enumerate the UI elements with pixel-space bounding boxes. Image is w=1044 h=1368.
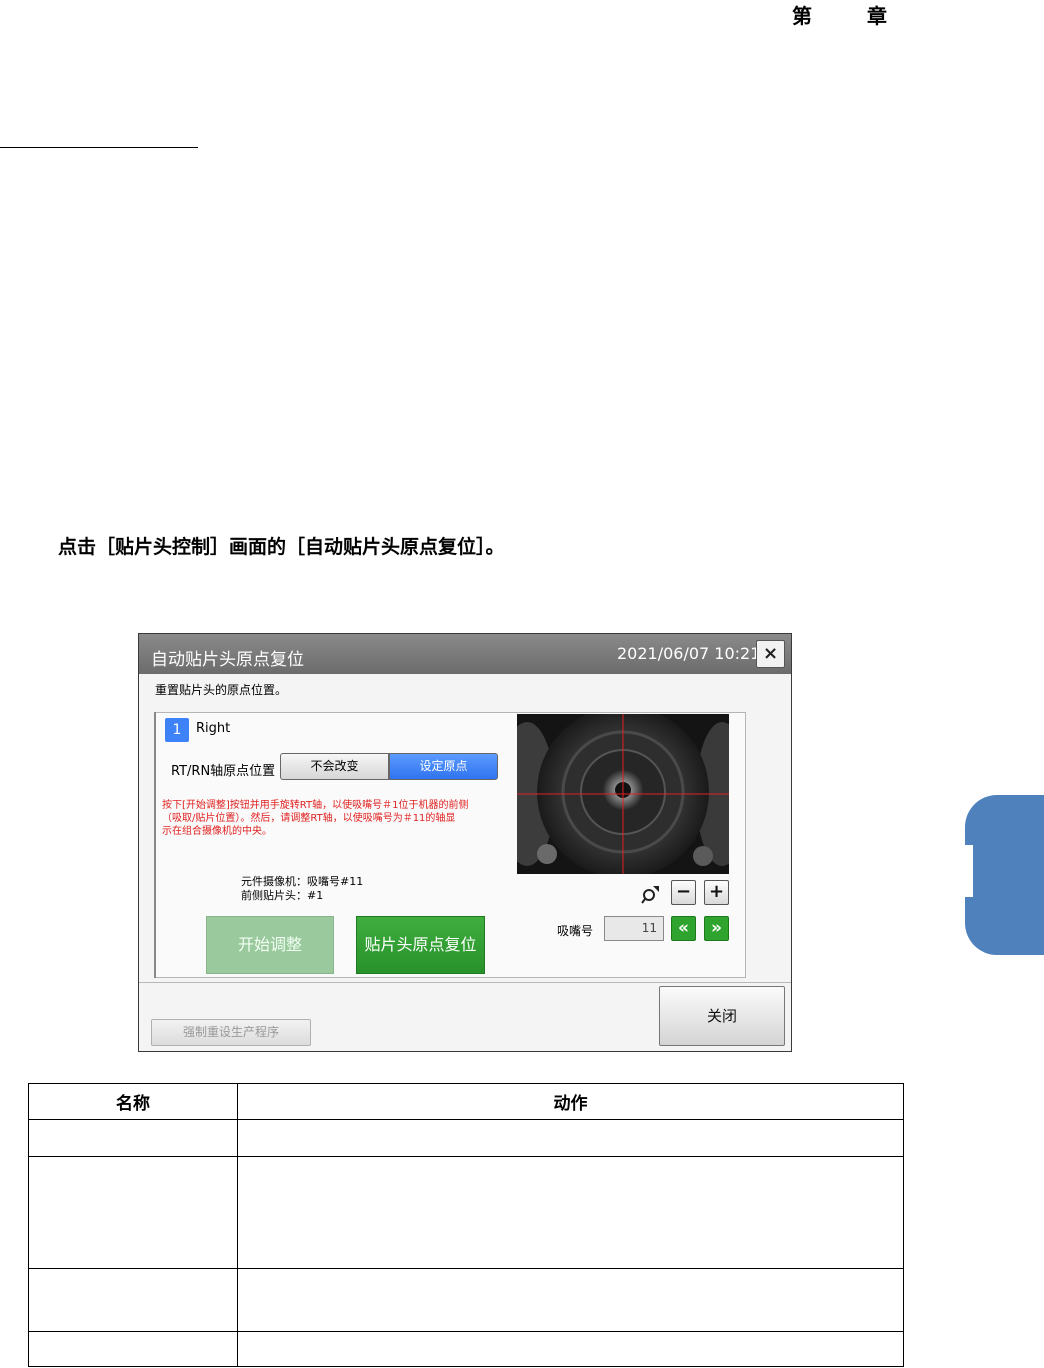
table-cell: [28, 1268, 238, 1332]
magnify-icon: [641, 884, 661, 904]
chapter-side-tab: [965, 795, 1044, 955]
panel-edge: [154, 712, 156, 978]
rt-keep-button[interactable]: 不会改变: [280, 753, 389, 780]
instruction-text: 点击［贴片头控制］画面的［自动贴片头原点复位］。: [58, 536, 505, 558]
rt-axis-label: RT/RN轴原点位置: [171, 764, 276, 779]
next-nozzle-icon[interactable]: »: [704, 916, 729, 941]
dialog-titlebar: 自动贴片头原点复位 2021/06/07 10:21 ×: [139, 634, 791, 674]
head-number-badge: 1: [165, 718, 189, 742]
warning-text: 按下[开始调整]按钮并用手旋转RT轴，以使吸嘴号＃1位于机器的前侧 （吸取/贴片…: [162, 799, 514, 838]
table-header-action: 动作: [237, 1083, 904, 1120]
camera-image: [517, 714, 729, 874]
chapter-label: 第 章: [792, 4, 911, 28]
dialog-datetime: 2021/06/07 10:21: [617, 644, 761, 663]
table-cell: [237, 1156, 904, 1269]
nozzle-number-field[interactable]: 11: [604, 916, 664, 941]
header-rule: [0, 147, 198, 148]
table-cell: [28, 1156, 238, 1269]
table-cell: [237, 1119, 904, 1157]
zoom-out-button[interactable]: −: [671, 880, 696, 905]
table-row: [28, 1268, 904, 1332]
table-cell: [28, 1119, 238, 1157]
table-cell: [237, 1268, 904, 1332]
table-row: [28, 1156, 904, 1269]
table-row: [28, 1119, 904, 1157]
rt-set-origin-button[interactable]: 设定原点: [389, 753, 498, 780]
table-cell: [237, 1331, 904, 1367]
info-front-head: 前侧贴片头：#1: [241, 889, 324, 902]
dialog-description: 重置贴片头的原点位置。: [155, 683, 288, 697]
spec-table: 名称 动作: [28, 1083, 904, 1367]
footer-divider: [139, 982, 791, 983]
start-adjust-button[interactable]: 开始调整: [206, 916, 334, 974]
prev-nozzle-icon[interactable]: «: [671, 916, 696, 941]
warning-line: （吸取/贴片位置）。然后，请调整RT轴，以使吸嘴号为＃11的轴显: [162, 813, 456, 824]
close-icon[interactable]: ×: [756, 640, 785, 668]
nozzle-label: 吸嘴号: [557, 924, 594, 938]
side-tab-notch: [965, 845, 973, 897]
auto-head-origin-reset-dialog: 自动贴片头原点复位 2021/06/07 10:21 × 重置贴片头的原点位置。…: [138, 633, 792, 1052]
table-cell: [28, 1331, 238, 1367]
warning-line: 按下[开始调整]按钮并用手旋转RT轴，以使吸嘴号＃1位于机器的前侧: [162, 800, 469, 811]
close-button[interactable]: 关闭: [659, 986, 785, 1046]
table-header-row: 名称 动作: [28, 1083, 904, 1120]
force-reset-program-button[interactable]: 强制重设生产程序: [151, 1019, 311, 1046]
dialog-title: 自动贴片头原点复位: [151, 650, 304, 670]
camera-view: [517, 714, 729, 874]
table-header-name: 名称: [28, 1083, 238, 1120]
warning-line: 示在组合摄像机的中央。: [162, 826, 272, 837]
head-origin-reset-button[interactable]: 贴片头原点复位: [356, 916, 485, 974]
table-row: [28, 1331, 904, 1367]
zoom-in-button[interactable]: +: [704, 880, 729, 905]
head-name: Right: [196, 721, 231, 736]
